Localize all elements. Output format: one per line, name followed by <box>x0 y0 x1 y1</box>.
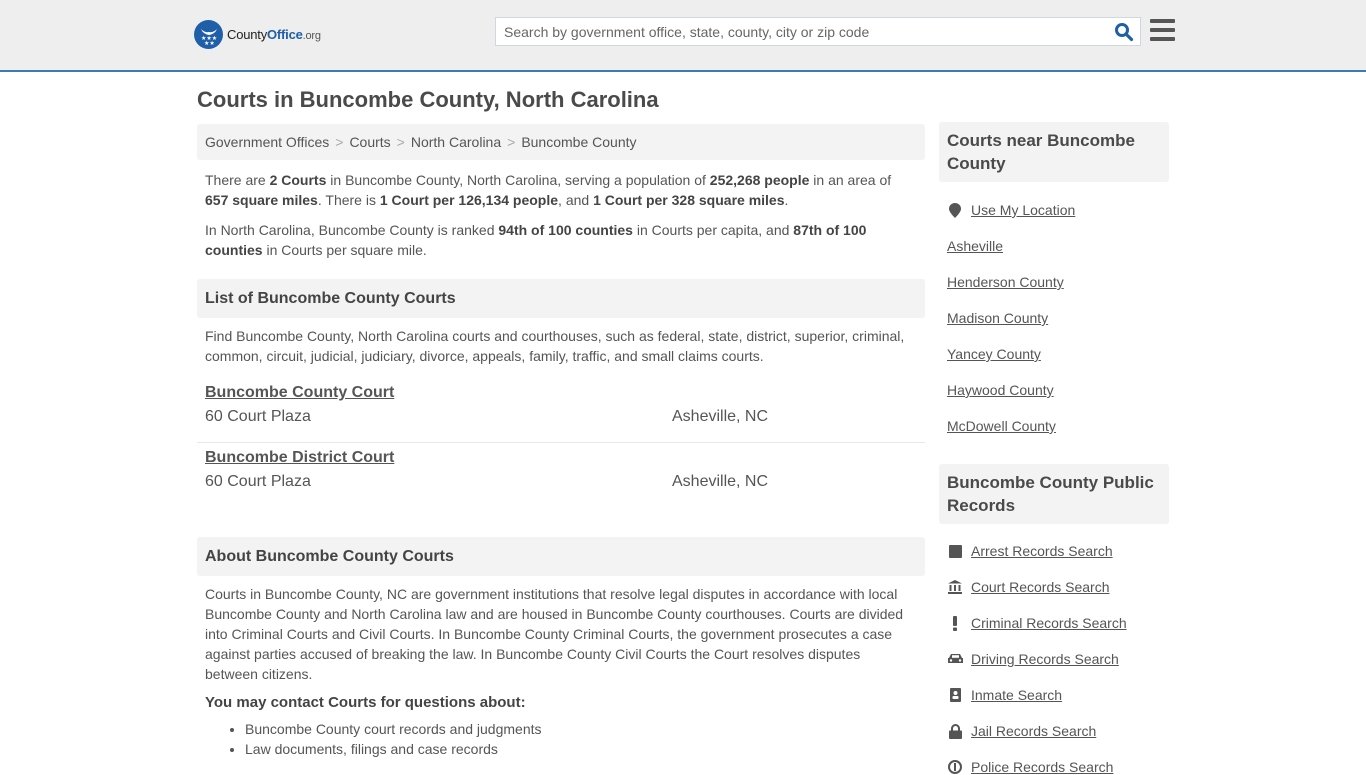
jail-records-label: Jail Records Search <box>971 723 1097 739</box>
breadcrumb-separator: > <box>507 134 516 150</box>
court-records-label: Court Records Search <box>971 579 1110 595</box>
contact-list-item: Law documents, filings and case records <box>245 739 925 759</box>
search-input[interactable] <box>496 18 1096 45</box>
svg-text:★★: ★★ <box>204 40 215 46</box>
court-name-link[interactable]: Buncombe County Court <box>205 384 394 402</box>
court-address: 60 Court Plaza <box>205 408 311 425</box>
courthouse-icon <box>947 579 963 595</box>
court-address: 60 Court Plaza <box>205 473 311 490</box>
search-button[interactable] <box>1114 22 1134 42</box>
inmate-search-label: Inmate Search <box>971 687 1063 703</box>
intro-paragraph-ranking: In North Carolina, Buncombe County is ra… <box>205 222 867 258</box>
breadcrumb-government-offices[interactable]: Government Offices <box>205 134 329 150</box>
court-name-link[interactable]: Buncombe District Court <box>205 449 394 467</box>
page-title: Courts in Buncombe County, North Carolin… <box>197 87 659 112</box>
logo-text-county: County <box>227 27 267 42</box>
driving-records-link[interactable]: Driving Records Search <box>947 651 1119 667</box>
exclamation-icon <box>947 615 963 631</box>
square-icon <box>947 543 963 559</box>
eagle-stars-logo-icon: ★★★ ★★ <box>194 20 223 49</box>
about-heading: About Buncombe County Courts <box>197 537 925 576</box>
breadcrumb-separator: > <box>396 134 405 150</box>
breadcrumb: Government Offices > Courts > North Carolina… <box>197 124 925 160</box>
sidebar-nearby-heading: Courts near Buncombe County <box>939 122 1169 182</box>
arrest-records-link[interactable]: Arrest Records Search <box>947 543 1113 559</box>
courts-list-heading: List of Buncombe County Courts <box>197 279 925 318</box>
nearby-link-henderson-county[interactable]: Henderson County <box>947 274 1064 290</box>
use-my-location-label: Use My Location <box>971 202 1076 218</box>
sidebar-public-records: Buncombe County Public Records Arrest Re… <box>939 464 1169 775</box>
site-header: ★★★ ★★ CountyOffice.org <box>0 0 1366 72</box>
logo-text-office: Office <box>267 27 303 42</box>
breadcrumb-courts[interactable]: Courts <box>349 134 390 150</box>
courts-list-description: Find Buncombe County, North Carolina cou… <box>205 328 905 364</box>
police-records-link[interactable]: Police Records Search <box>947 759 1113 775</box>
site-logo[interactable]: ★★★ ★★ CountyOffice.org <box>194 20 321 49</box>
nearby-link-yancey-county[interactable]: Yancey County <box>947 346 1041 362</box>
sidebar-records-heading: Buncombe County Public Records <box>939 464 1169 524</box>
inmate-search-link[interactable]: Inmate Search <box>947 687 1062 703</box>
car-icon <box>947 651 963 667</box>
sidebar-nearby: Courts near Buncombe County Use My Locat… <box>939 122 1169 452</box>
intro-paragraph-stats: There are 2 Courts in Buncombe County, N… <box>205 172 892 208</box>
jail-records-link[interactable]: Jail Records Search <box>947 723 1096 739</box>
map-marker-icon <box>947 202 963 218</box>
nearby-link-haywood-county[interactable]: Haywood County <box>947 382 1054 398</box>
nearby-link-madison-county[interactable]: Madison County <box>947 310 1048 326</box>
search-box <box>495 17 1141 46</box>
breadcrumb-buncombe-county[interactable]: Buncombe County <box>521 134 636 150</box>
contact-heading: You may contact Courts for questions abo… <box>205 694 526 711</box>
nearby-link-asheville[interactable]: Asheville <box>947 238 1003 254</box>
driving-records-label: Driving Records Search <box>971 651 1119 667</box>
contact-list: Buncombe County court records and judgme… <box>197 719 925 759</box>
search-icon <box>1115 23 1134 42</box>
court-city: Asheville, NC <box>672 408 769 425</box>
arrest-records-label: Arrest Records Search <box>971 543 1113 559</box>
hamburger-menu-icon[interactable] <box>1150 19 1175 41</box>
court-list-item: Buncombe District Court 60 Court Plaza A… <box>197 443 925 507</box>
logo-text-org: .org <box>302 30 321 42</box>
breadcrumb-separator: > <box>335 134 344 150</box>
intro-section: There are 2 Courts in Buncombe County, N… <box>197 170 925 260</box>
about-section: About Buncombe County Courts Courts in B… <box>197 537 925 759</box>
court-city: Asheville, NC <box>672 473 769 490</box>
police-records-label: Police Records Search <box>971 759 1114 775</box>
court-list-item: Buncombe County Court 60 Court Plaza Ash… <box>197 378 925 442</box>
police-icon <box>947 759 963 775</box>
nearby-link-mcdowell-county[interactable]: McDowell County <box>947 418 1056 434</box>
court-records-link[interactable]: Court Records Search <box>947 579 1110 595</box>
use-my-location-link[interactable]: Use My Location <box>947 202 1075 218</box>
logo-text: CountyOffice.org <box>227 27 321 42</box>
breadcrumb-north-carolina[interactable]: North Carolina <box>411 134 501 150</box>
lock-icon <box>947 723 963 739</box>
courts-list-section: List of Buncombe County Courts Find Bunc… <box>197 279 925 507</box>
about-body: Courts in Buncombe County, NC are govern… <box>205 586 904 682</box>
id-badge-icon <box>947 687 963 703</box>
contact-list-item: Buncombe County court records and judgme… <box>245 719 925 739</box>
criminal-records-label: Criminal Records Search <box>971 615 1127 631</box>
criminal-records-link[interactable]: Criminal Records Search <box>947 615 1127 631</box>
